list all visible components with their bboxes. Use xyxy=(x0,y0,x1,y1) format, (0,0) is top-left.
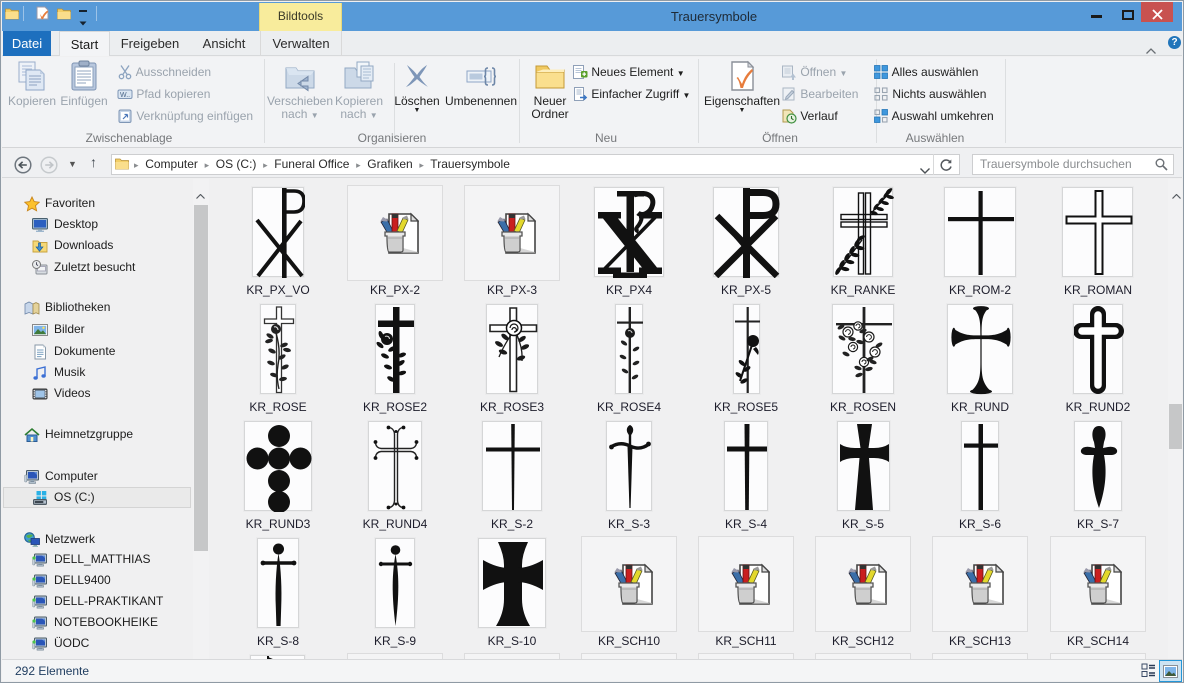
svg-text:W..: W.. xyxy=(120,92,130,99)
